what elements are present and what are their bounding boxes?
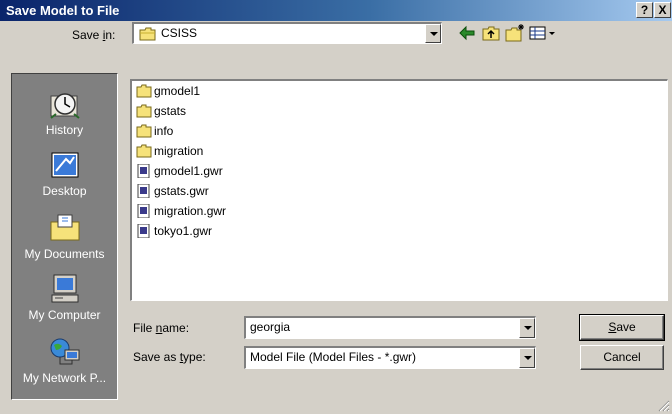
save-as-type-dropdown-button[interactable]	[519, 348, 535, 368]
view-menu-icon[interactable]	[528, 23, 558, 43]
cancel-button[interactable]: Cancel	[580, 345, 664, 370]
save-in-value: CSISS	[161, 26, 198, 40]
save-as-type-label: Save as type:	[133, 350, 206, 364]
my-computer-icon	[51, 274, 78, 303]
my-documents-icon	[50, 214, 79, 241]
file-name-input[interactable]: georgia	[244, 316, 536, 339]
file-name-dropdown-button[interactable]	[519, 318, 535, 338]
gwr-file-icon	[137, 184, 150, 198]
gwr-file-icon	[137, 164, 150, 178]
file-name-label: File name:	[133, 321, 190, 335]
back-arrow-icon[interactable]	[456, 23, 478, 43]
folder-icon	[136, 104, 152, 118]
save-in-combobox[interactable]: CSISS	[132, 22, 442, 44]
place-desktop[interactable]: Desktop	[12, 149, 117, 198]
window-title: Save Model to File	[6, 3, 120, 18]
folder-icon	[136, 144, 152, 158]
folder-icon	[136, 124, 152, 138]
place-my-computer[interactable]: My Computer	[12, 273, 117, 322]
file-list[interactable]: gmodel1 gstats info migration gmodel1.gw…	[130, 79, 668, 301]
places-bar: History Desktop My Documents My Computer…	[11, 73, 118, 400]
my-network-places-icon	[50, 338, 79, 365]
save-button[interactable]: Save	[579, 314, 665, 341]
save-model-dialog: Save Model to File ? X Save in: CSISS Hi…	[0, 0, 672, 414]
file-name-value: georgia	[250, 320, 291, 334]
gwr-file-icon	[137, 224, 150, 238]
folder-icon	[139, 27, 156, 41]
help-button[interactable]: ?	[636, 2, 653, 18]
place-history[interactable]: History	[12, 88, 117, 137]
close-button[interactable]: X	[654, 2, 671, 18]
save-in-dropdown-button[interactable]	[425, 24, 441, 43]
create-new-folder-icon[interactable]	[504, 23, 526, 43]
save-as-type-value: Model File (Model Files - *.gwr)	[250, 350, 417, 364]
save-in-label: Save in:	[72, 28, 116, 42]
up-one-level-icon[interactable]	[480, 23, 502, 43]
gwr-file-icon	[137, 204, 150, 218]
title-bar: Save Model to File ? X	[0, 0, 672, 21]
place-my-network-places[interactable]: My Network P...	[12, 336, 117, 385]
folder-icon	[136, 84, 152, 98]
save-as-type-select[interactable]: Model File (Model Files - *.gwr)	[244, 346, 536, 369]
history-icon	[49, 93, 80, 119]
desktop-icon	[51, 152, 78, 178]
resize-grip-icon[interactable]	[656, 398, 670, 412]
place-my-documents[interactable]: My Documents	[12, 212, 117, 261]
